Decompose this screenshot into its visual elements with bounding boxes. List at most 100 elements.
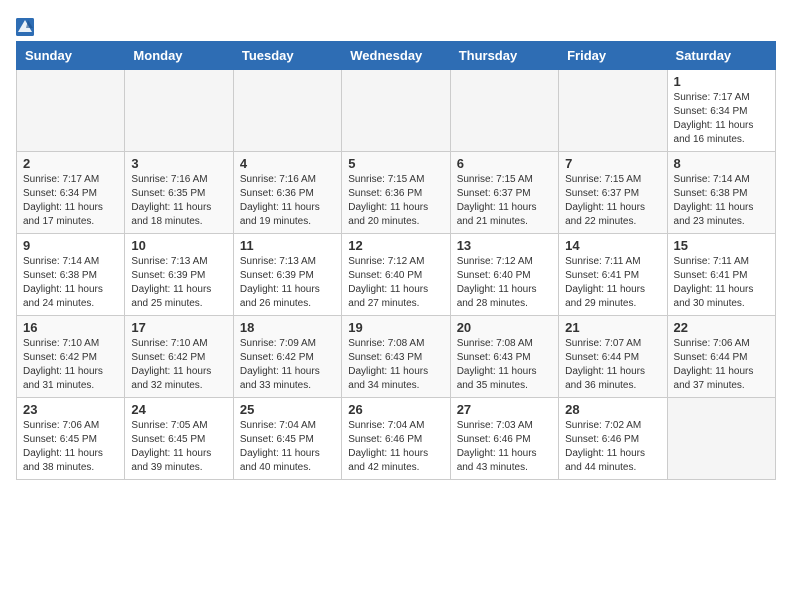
- generalblue-icon: [16, 18, 34, 36]
- day-info: Sunrise: 7:03 AM Sunset: 6:46 PM Dayligh…: [457, 419, 552, 475]
- calendar-cell: [125, 70, 233, 152]
- weekday-header-thursday: Thursday: [450, 42, 558, 70]
- calendar-cell: [17, 70, 125, 152]
- day-number: 8: [674, 156, 769, 171]
- day-number: 16: [23, 320, 118, 335]
- day-info: Sunrise: 7:11 AM Sunset: 6:41 PM Dayligh…: [674, 255, 769, 311]
- weekday-header-monday: Monday: [125, 42, 233, 70]
- day-info: Sunrise: 7:10 AM Sunset: 6:42 PM Dayligh…: [131, 337, 226, 393]
- day-info: Sunrise: 7:15 AM Sunset: 6:36 PM Dayligh…: [348, 173, 443, 229]
- calendar-cell: 21 Sunrise: 7:07 AM Sunset: 6:44 PM Dayli…: [559, 316, 667, 398]
- calendar-cell: 5 Sunrise: 7:15 AM Sunset: 6:36 PM Daylig…: [342, 152, 450, 234]
- calendar-cell: 20 Sunrise: 7:08 AM Sunset: 6:43 PM Dayli…: [450, 316, 558, 398]
- day-info: Sunrise: 7:02 AM Sunset: 6:46 PM Dayligh…: [565, 419, 660, 475]
- day-number: 10: [131, 238, 226, 253]
- day-number: 3: [131, 156, 226, 171]
- calendar-cell: 18 Sunrise: 7:09 AM Sunset: 6:42 PM Dayli…: [233, 316, 341, 398]
- day-number: 26: [348, 402, 443, 417]
- day-number: 19: [348, 320, 443, 335]
- day-info: Sunrise: 7:13 AM Sunset: 6:39 PM Dayligh…: [240, 255, 335, 311]
- calendar-cell: [233, 70, 341, 152]
- day-info: Sunrise: 7:07 AM Sunset: 6:44 PM Dayligh…: [565, 337, 660, 393]
- weekday-header-wednesday: Wednesday: [342, 42, 450, 70]
- day-number: 2: [23, 156, 118, 171]
- calendar-cell: 28 Sunrise: 7:02 AM Sunset: 6:46 PM Dayli…: [559, 398, 667, 480]
- calendar-cell: 15 Sunrise: 7:11 AM Sunset: 6:41 PM Dayli…: [667, 234, 775, 316]
- day-info: Sunrise: 7:08 AM Sunset: 6:43 PM Dayligh…: [348, 337, 443, 393]
- calendar-cell: 7 Sunrise: 7:15 AM Sunset: 6:37 PM Daylig…: [559, 152, 667, 234]
- day-info: Sunrise: 7:14 AM Sunset: 6:38 PM Dayligh…: [23, 255, 118, 311]
- day-number: 14: [565, 238, 660, 253]
- calendar-cell: 17 Sunrise: 7:10 AM Sunset: 6:42 PM Dayli…: [125, 316, 233, 398]
- day-number: 7: [565, 156, 660, 171]
- calendar-cell: 1 Sunrise: 7:17 AM Sunset: 6:34 PM Daylig…: [667, 70, 775, 152]
- calendar-cell: 23 Sunrise: 7:06 AM Sunset: 6:45 PM Dayli…: [17, 398, 125, 480]
- weekday-header-saturday: Saturday: [667, 42, 775, 70]
- day-info: Sunrise: 7:13 AM Sunset: 6:39 PM Dayligh…: [131, 255, 226, 311]
- calendar-cell: 9 Sunrise: 7:14 AM Sunset: 6:38 PM Daylig…: [17, 234, 125, 316]
- day-info: Sunrise: 7:17 AM Sunset: 6:34 PM Dayligh…: [674, 91, 769, 147]
- day-number: 15: [674, 238, 769, 253]
- day-info: Sunrise: 7:04 AM Sunset: 6:46 PM Dayligh…: [348, 419, 443, 475]
- calendar-cell: [667, 398, 775, 480]
- calendar-cell: 11 Sunrise: 7:13 AM Sunset: 6:39 PM Dayli…: [233, 234, 341, 316]
- calendar-cell: 10 Sunrise: 7:13 AM Sunset: 6:39 PM Dayli…: [125, 234, 233, 316]
- day-number: 21: [565, 320, 660, 335]
- day-info: Sunrise: 7:05 AM Sunset: 6:45 PM Dayligh…: [131, 419, 226, 475]
- calendar-cell: [342, 70, 450, 152]
- calendar-cell: 25 Sunrise: 7:04 AM Sunset: 6:45 PM Dayli…: [233, 398, 341, 480]
- calendar-cell: 27 Sunrise: 7:03 AM Sunset: 6:46 PM Dayli…: [450, 398, 558, 480]
- day-info: Sunrise: 7:11 AM Sunset: 6:41 PM Dayligh…: [565, 255, 660, 311]
- day-info: Sunrise: 7:08 AM Sunset: 6:43 PM Dayligh…: [457, 337, 552, 393]
- day-number: 28: [565, 402, 660, 417]
- calendar-cell: 12 Sunrise: 7:12 AM Sunset: 6:40 PM Dayli…: [342, 234, 450, 316]
- calendar-cell: 3 Sunrise: 7:16 AM Sunset: 6:35 PM Daylig…: [125, 152, 233, 234]
- day-number: 22: [674, 320, 769, 335]
- day-number: 18: [240, 320, 335, 335]
- calendar-cell: 16 Sunrise: 7:10 AM Sunset: 6:42 PM Dayli…: [17, 316, 125, 398]
- day-number: 12: [348, 238, 443, 253]
- day-info: Sunrise: 7:06 AM Sunset: 6:45 PM Dayligh…: [23, 419, 118, 475]
- day-number: 9: [23, 238, 118, 253]
- day-info: Sunrise: 7:06 AM Sunset: 6:44 PM Dayligh…: [674, 337, 769, 393]
- calendar-cell: 6 Sunrise: 7:15 AM Sunset: 6:37 PM Daylig…: [450, 152, 558, 234]
- calendar-cell: 2 Sunrise: 7:17 AM Sunset: 6:34 PM Daylig…: [17, 152, 125, 234]
- calendar-cell: 8 Sunrise: 7:14 AM Sunset: 6:38 PM Daylig…: [667, 152, 775, 234]
- day-number: 23: [23, 402, 118, 417]
- day-info: Sunrise: 7:17 AM Sunset: 6:34 PM Dayligh…: [23, 173, 118, 229]
- calendar-cell: 14 Sunrise: 7:11 AM Sunset: 6:41 PM Dayli…: [559, 234, 667, 316]
- calendar-cell: 26 Sunrise: 7:04 AM Sunset: 6:46 PM Dayli…: [342, 398, 450, 480]
- day-number: 5: [348, 156, 443, 171]
- day-number: 11: [240, 238, 335, 253]
- day-number: 20: [457, 320, 552, 335]
- day-number: 1: [674, 74, 769, 89]
- logo: [16, 16, 36, 37]
- day-number: 6: [457, 156, 552, 171]
- day-info: Sunrise: 7:04 AM Sunset: 6:45 PM Dayligh…: [240, 419, 335, 475]
- day-info: Sunrise: 7:16 AM Sunset: 6:36 PM Dayligh…: [240, 173, 335, 229]
- day-info: Sunrise: 7:12 AM Sunset: 6:40 PM Dayligh…: [457, 255, 552, 311]
- calendar-cell: 22 Sunrise: 7:06 AM Sunset: 6:44 PM Dayli…: [667, 316, 775, 398]
- day-info: Sunrise: 7:15 AM Sunset: 6:37 PM Dayligh…: [457, 173, 552, 229]
- calendar-cell: [450, 70, 558, 152]
- calendar-cell: 19 Sunrise: 7:08 AM Sunset: 6:43 PM Dayli…: [342, 316, 450, 398]
- calendar-cell: [559, 70, 667, 152]
- day-number: 4: [240, 156, 335, 171]
- day-info: Sunrise: 7:10 AM Sunset: 6:42 PM Dayligh…: [23, 337, 118, 393]
- day-info: Sunrise: 7:15 AM Sunset: 6:37 PM Dayligh…: [565, 173, 660, 229]
- calendar-cell: 24 Sunrise: 7:05 AM Sunset: 6:45 PM Dayli…: [125, 398, 233, 480]
- day-number: 24: [131, 402, 226, 417]
- day-number: 25: [240, 402, 335, 417]
- weekday-header-sunday: Sunday: [17, 42, 125, 70]
- day-number: 13: [457, 238, 552, 253]
- day-info: Sunrise: 7:14 AM Sunset: 6:38 PM Dayligh…: [674, 173, 769, 229]
- weekday-header-tuesday: Tuesday: [233, 42, 341, 70]
- day-info: Sunrise: 7:16 AM Sunset: 6:35 PM Dayligh…: [131, 173, 226, 229]
- day-info: Sunrise: 7:12 AM Sunset: 6:40 PM Dayligh…: [348, 255, 443, 311]
- weekday-header-friday: Friday: [559, 42, 667, 70]
- calendar-table: SundayMondayTuesdayWednesdayThursdayFrid…: [16, 41, 776, 480]
- day-info: Sunrise: 7:09 AM Sunset: 6:42 PM Dayligh…: [240, 337, 335, 393]
- day-number: 27: [457, 402, 552, 417]
- calendar-cell: 13 Sunrise: 7:12 AM Sunset: 6:40 PM Dayli…: [450, 234, 558, 316]
- day-number: 17: [131, 320, 226, 335]
